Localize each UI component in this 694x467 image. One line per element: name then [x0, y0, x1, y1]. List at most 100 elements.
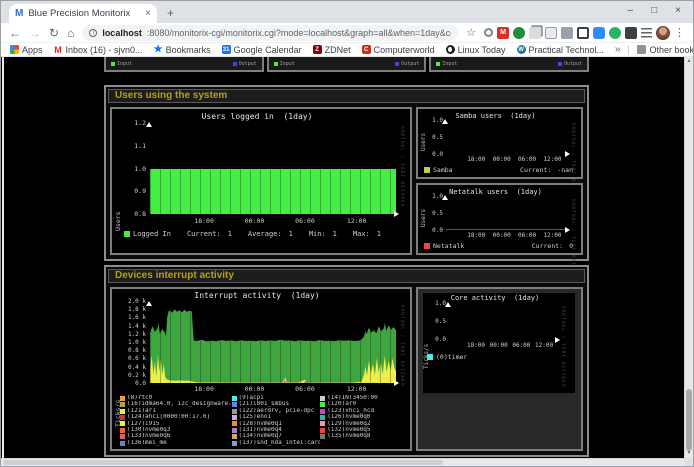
window-minimize-button[interactable]: – [628, 5, 634, 17]
bookmark-star-icon[interactable]: ☆ [466, 26, 476, 39]
y-tick-label: 0.8 [120, 211, 146, 218]
x-tick-label: 06:00 [512, 342, 530, 349]
other-bookmarks[interactable]: Other bookmarks [637, 45, 694, 55]
y-tick-label: 0.5 [426, 319, 446, 325]
y-tick-label: 2.0 k [118, 299, 146, 305]
graph-title: Users logged in (1day) [114, 112, 400, 121]
reload-icon[interactable]: ↻ [49, 27, 59, 39]
browser-toolbar: ← → ↻ ⌂ i localhost :8080/monitorix-cgi/… [1, 23, 693, 43]
input-swatch [436, 62, 440, 66]
page-content: Input Output Input Output Input Output U… [1, 57, 684, 458]
x-axis-ticks: 18:0000:0006:0012:00 [150, 217, 396, 225]
x-axis-ticks: 18:0000:0006:0012:00 [150, 385, 396, 393]
x-tick-label: 18:00 [194, 217, 214, 225]
input-swatch [274, 62, 278, 66]
network-graph-panel[interactable]: Input Output [267, 57, 427, 72]
core-activity-panel[interactable]: Core activity (1day) Ticks/s 1.00.50.0 R… [416, 287, 583, 451]
page-info-icon[interactable]: i [89, 29, 97, 37]
horizontal-scrollbar-thumb[interactable] [3, 460, 443, 465]
bookmarks-bar: Apps MInbox (16) - sjvn0... ★Bookmarks 3… [1, 43, 693, 57]
horizontal-scrollbar[interactable] [1, 458, 684, 466]
home-icon[interactable]: ⌂ [67, 27, 74, 39]
y-axis-arrow-icon [146, 298, 152, 306]
bookmark-zdnet[interactable]: ZZDNet [313, 45, 351, 55]
bookmark-apps[interactable]: Apps [10, 45, 43, 55]
x-tick-label: 06:00 [518, 232, 536, 239]
netatalk-users-panel[interactable]: Netatalk users (1day) Users 1.00.50.0 RR… [416, 183, 583, 255]
samba-users-panel[interactable]: Samba users (1day) Users 1.00.50.0 RRDTO… [416, 107, 583, 179]
profile-avatar[interactable] [656, 26, 670, 40]
plot-area: RRDTOOL / TOBI OETIKER [446, 121, 567, 154]
bookmark-computerworld[interactable]: CComputerworld [362, 45, 435, 55]
interrupt-activity-panel[interactable]: Interrupt activity (1day) Ticks/s 2.0 k1… [110, 287, 412, 451]
bookmark-inbox[interactable]: MInbox (16) - sjvn0... [54, 45, 143, 55]
bookmark-practical-technology[interactable]: WPractical Technol... [517, 45, 604, 55]
window-maximize-button[interactable]: □ [651, 5, 657, 17]
vertical-scrollbar[interactable]: ▲ ▼ [684, 57, 693, 458]
window-close-button[interactable]: × [675, 5, 681, 17]
tab-close-icon[interactable]: × [145, 9, 151, 19]
x-tick-label: 00:00 [493, 156, 511, 163]
legend-swatch [427, 354, 433, 360]
chat-extension-icon[interactable] [609, 27, 621, 39]
vertical-scrollbar-thumb[interactable] [686, 389, 692, 451]
x-axis-ticks: 18:0000:0006:0012:00 [446, 156, 567, 164]
browser-tab[interactable]: M Blue Precision Monitorix × [9, 4, 157, 23]
x-tick-label: 18:00 [194, 385, 214, 393]
shield-extension-icon[interactable] [561, 27, 573, 39]
x-tick-label: 00:00 [493, 232, 511, 239]
browser-menu-icon[interactable]: ⋮ [674, 26, 685, 39]
output-swatch [395, 62, 399, 66]
y-tick-label: 0.5 [423, 135, 443, 141]
y-tick-label: 1.8 k [118, 307, 146, 313]
users-logged-in-panel[interactable]: Users logged in (1day) Users 1.21.11.00.… [110, 107, 412, 255]
irq-legend-item: (137)snd_hda_intel:card0 [232, 440, 321, 446]
scroll-down-arrow-icon[interactable]: ▼ [685, 449, 693, 458]
output-swatch [233, 62, 237, 66]
legend-swatch [124, 231, 130, 237]
y-tick-label: 0.0 [423, 152, 443, 158]
x-axis-ticks: 18:0000:0006:0012:00 [449, 342, 557, 350]
tab-list-icon[interactable] [641, 28, 652, 38]
irq-legend-item: (135)nvme0q8 [320, 433, 406, 439]
bookmark-google-calendar[interactable]: 31Google Calendar [222, 45, 302, 55]
new-tab-button[interactable]: + [167, 7, 174, 19]
x-tick-label: 18:00 [467, 342, 485, 349]
page-left-edge [2, 57, 4, 458]
bookmark-bookmarks[interactable]: ★Bookmarks [154, 45, 211, 55]
plot-area: RRDTOOL / TOBI OETIKER [150, 124, 396, 214]
plot-area: RRDTOOL / TOBI OETIKER [150, 303, 396, 383]
x-tick-label: 12:00 [543, 156, 561, 163]
network-graph-panel[interactable]: Input Output [104, 57, 264, 72]
y-tick-label: 0.9 [120, 188, 146, 195]
y-tick-label: 1.1 [120, 143, 146, 150]
x-tick-label: 18:00 [467, 156, 485, 163]
mail-extension-icon[interactable]: M [497, 27, 509, 39]
penguin-icon [446, 45, 455, 54]
network-graph-panel[interactable]: Input Output [429, 57, 589, 72]
location-extension-icon[interactable] [513, 27, 525, 39]
bookmarks-overflow-chevron[interactable]: » [615, 44, 621, 55]
address-bar[interactable]: i localhost :8080/monitorix-cgi/monitori… [82, 25, 458, 41]
y-tick-label: 1.0 k [118, 340, 146, 346]
bookmark-linux-today[interactable]: Linux Today [446, 45, 506, 55]
copy-extension-icon[interactable] [529, 27, 541, 39]
rrdtool-watermark: RRDTOOL / TOBI OETIKER [399, 305, 404, 387]
y-axis-arrow-icon [442, 116, 448, 124]
meet-extension-icon[interactable] [593, 27, 605, 39]
y-axis-ticks: 1.00.50.0 [426, 301, 446, 343]
screenshot-extension-icon[interactable] [577, 27, 589, 39]
doc-extension-icon[interactable] [545, 27, 557, 39]
y-tick-label: 0.2 k [118, 373, 146, 379]
y-tick-label: 0.8 k [118, 348, 146, 354]
x-tick-label: 00:00 [245, 385, 265, 393]
back-icon[interactable]: ← [9, 27, 21, 39]
section-title-users: Users using the system [108, 89, 585, 103]
search-extension-icon[interactable] [484, 28, 493, 37]
scroll-up-arrow-icon[interactable]: ▲ [685, 57, 693, 66]
monitorix-favicon-icon: M [15, 9, 23, 19]
y-tick-label: 1.0 [423, 194, 443, 200]
forward-icon[interactable]: → [29, 27, 41, 39]
plot-area: RRDTOOL / TOBI OETIKER [449, 304, 557, 340]
extensions-puzzle-icon[interactable] [625, 27, 637, 39]
